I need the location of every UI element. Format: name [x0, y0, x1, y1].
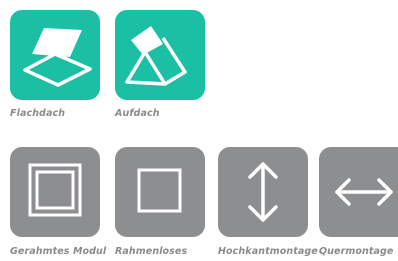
mounting-options-panel: Flachdach Aufdach Gerahmtes Modul Rahmen…	[0, 0, 398, 261]
framed-module-label: Gerahmtes Modul	[10, 246, 107, 257]
vertical-mount-label: Hochkantmontage	[218, 246, 318, 257]
pitched-roof-label: Aufdach	[115, 108, 160, 119]
flat-roof-option[interactable]	[10, 10, 100, 100]
horizontal-mount-label: Quermontage	[319, 246, 394, 257]
frameless-module-label: Rahmenloses	[115, 246, 188, 257]
framed-module-option[interactable]	[10, 147, 100, 237]
pitched-roof-option[interactable]	[115, 10, 205, 100]
flat-roof-icon	[23, 28, 92, 87]
vertical-arrow-icon	[248, 162, 278, 222]
frameless-module-icon	[137, 168, 182, 213]
flat-roof-label: Flachdach	[10, 108, 66, 119]
framed-module-icon	[28, 163, 82, 217]
frameless-module-option[interactable]	[115, 147, 205, 237]
horizontal-arrow-icon	[335, 178, 393, 206]
pitched-roof-icon	[125, 26, 187, 86]
horizontal-mount-option[interactable]	[319, 147, 398, 237]
vertical-mount-option[interactable]	[218, 147, 308, 237]
